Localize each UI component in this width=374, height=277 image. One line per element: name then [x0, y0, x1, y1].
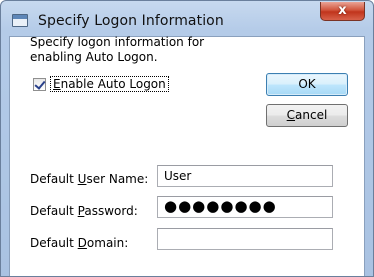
window-icon: [12, 14, 28, 27]
password-label: Default Password:: [30, 204, 138, 218]
ok-button[interactable]: OK: [266, 73, 348, 96]
checkbox-label[interactable]: Enable Auto Logon: [50, 76, 169, 92]
user-name-input[interactable]: [157, 165, 333, 187]
domain-input[interactable]: [157, 228, 333, 250]
window-title: Specify Logon Information: [38, 13, 224, 29]
title-bar[interactable]: Specify Logon Information x: [1, 1, 373, 36]
enable-auto-logon-checkbox[interactable]: Enable Auto Logon: [30, 75, 169, 93]
checkbox-label-accelerator: E: [53, 77, 61, 91]
cancel-button[interactable]: Cancel: [266, 104, 348, 127]
intro-text: Specify logon information for enabling A…: [30, 35, 205, 64]
password-input[interactable]: ●●●●●●●●: [157, 196, 333, 218]
checkmark-icon[interactable]: [33, 77, 46, 91]
close-icon: x: [338, 3, 347, 18]
domain-label: Default Domain:: [30, 236, 129, 250]
user-name-label: Default User Name:: [30, 172, 149, 186]
cancel-accelerator: C: [286, 108, 296, 122]
close-button[interactable]: x: [320, 2, 365, 21]
